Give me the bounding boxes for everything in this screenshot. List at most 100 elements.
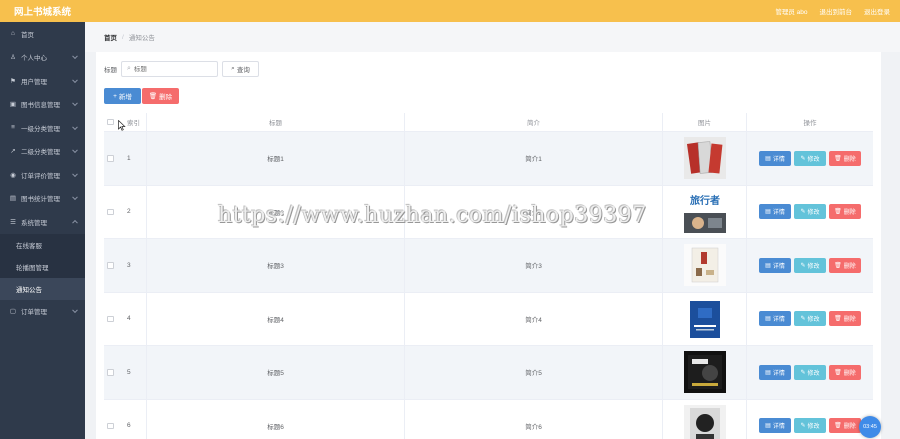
edit-button[interactable]: ✎ 修改 (794, 257, 826, 273)
batch-delete-button[interactable]: 🗑 删除 (142, 88, 179, 104)
goto-frontend-link[interactable]: 退出到前台 (820, 6, 853, 16)
cell-intro: 简介4 (404, 292, 662, 345)
book-cover-2[interactable]: 旅行者 (683, 190, 726, 233)
cell-intro: 简介1 (404, 132, 662, 185)
sidebar-item-label: 系统管理 (21, 219, 47, 227)
document-icon: ▤ (765, 423, 771, 430)
cell-index: 1 (127, 154, 131, 162)
sidebar-item[interactable]: ☰ 系统管理 (0, 210, 85, 234)
pencil-icon: ✎ (800, 155, 806, 162)
clock-badge[interactable]: 03:45 (859, 416, 881, 438)
delete-button[interactable]: 🗑 删除 (829, 364, 861, 380)
table-row: 5 标题5 简介5 ▤ 详情 ✎ 修改 🗑 删除 (104, 346, 873, 400)
detail-button[interactable]: ▤ 详情 (759, 311, 791, 327)
trash-icon: 🗑 (148, 93, 158, 100)
cell-title: 标题4 (146, 292, 404, 345)
book-icon: ▣ (9, 101, 17, 109)
book-cover-4[interactable] (683, 297, 726, 340)
detail-button-label: 详情 (772, 263, 785, 270)
admin-user-link[interactable]: 管理员 abo (775, 6, 807, 16)
query-button[interactable]: ⌕ 查询 (222, 61, 259, 77)
book-cover-5[interactable] (683, 351, 726, 394)
sidebar-item[interactable]: ▤ 图书统计管理 (0, 187, 85, 211)
row-checkbox[interactable] (107, 369, 114, 376)
detail-button-label: 详情 (772, 317, 785, 324)
detail-button[interactable]: ▤ 详情 (759, 150, 791, 166)
logout-link[interactable]: 退出登录 (864, 6, 890, 16)
send-icon: ↗ (10, 148, 16, 156)
breadcrumb-home[interactable]: 首页 (104, 32, 117, 42)
row-checkbox[interactable] (107, 155, 114, 162)
book-cover-6[interactable] (683, 404, 726, 439)
edit-button[interactable]: ✎ 修改 (794, 364, 826, 380)
query-button-label: 查询 (236, 67, 250, 74)
row-checkbox[interactable] (107, 262, 114, 269)
delete-button-label: 删除 (843, 317, 856, 324)
cell-index: 6 (127, 422, 131, 430)
edit-button[interactable]: ✎ 修改 (794, 204, 826, 220)
detail-button[interactable]: ▤ 详情 (759, 418, 791, 434)
cell-title: 标题5 (146, 346, 404, 399)
select-all-checkbox[interactable] (107, 118, 114, 126)
svg-text:旅行者: 旅行者 (690, 194, 720, 207)
sidebar-item-label: 订单管理 (21, 309, 47, 317)
edit-button[interactable]: ✎ 修改 (794, 311, 826, 327)
detail-button-label: 详情 (772, 370, 785, 377)
sidebar-item[interactable]: ⚑ 用户管理 (0, 69, 85, 93)
book-cover-3[interactable] (683, 244, 726, 287)
row-checkbox[interactable] (107, 315, 114, 322)
row-checkbox[interactable] (107, 422, 114, 429)
row-checkbox[interactable] (107, 208, 114, 215)
document-icon: ▤ (765, 316, 771, 323)
delete-button[interactable]: 🗑 删除 (829, 257, 861, 273)
sidebar-item-label: 图书信息管理 (21, 102, 60, 110)
add-button[interactable]: + 新增 (104, 88, 141, 104)
detail-button[interactable]: ▤ 详情 (759, 364, 791, 380)
sidebar-subitem[interactable]: 在线客服 (0, 233, 85, 256)
search-box[interactable]: ⌕ (121, 61, 218, 77)
edit-button[interactable]: ✎ 修改 (794, 418, 826, 434)
detail-button[interactable]: ▤ 详情 (759, 257, 791, 273)
cell-index: 4 (127, 315, 131, 323)
sidebar-item-label: 二级分类管理 (21, 149, 60, 157)
table-body: 1 标题1 简介1 ▤ 详情 ✎ 修改 🗑 删除 2 标题2 简介2 旅行者 ▤ 详情 ✎ 修改 🗑 删除 3 标题3 简… (104, 132, 873, 439)
detail-button[interactable]: ▤ 详情 (759, 204, 791, 220)
sidebar-item[interactable]: ⌂ 首页 (0, 22, 85, 46)
table-header: 索引 标题 简介 图片 操作 (104, 112, 873, 132)
sidebar-item[interactable]: ≡ 一级分类管理 (0, 116, 85, 140)
trash-icon: 🗑 (834, 209, 842, 216)
sidebar-item-label: 图书统计管理 (21, 196, 60, 204)
header-image: 图片 (662, 112, 746, 132)
sidebar-item[interactable]: ▢ 订单管理 (0, 300, 85, 324)
delete-button[interactable]: 🗑 删除 (829, 204, 861, 220)
app-title: 网上书城系统 (14, 7, 72, 18)
user-icon: ♙ (10, 54, 16, 62)
sidebar-item[interactable]: ↗ 二级分类管理 (0, 140, 85, 164)
add-button-label: 新增 (118, 94, 132, 101)
chevron-down-icon (72, 124, 78, 130)
header-ops: 操作 (746, 112, 873, 132)
book-cover-1[interactable] (683, 137, 726, 180)
delete-button[interactable]: 🗑 删除 (829, 311, 861, 327)
top-bar: 网上书城系统 管理员 abo 退出到前台 退出登录 (0, 0, 900, 22)
sidebar-subitem[interactable]: 轮播图管理 (0, 255, 85, 278)
cell-intro: 简介3 (404, 239, 662, 292)
sidebar-item[interactable]: ♙ 个人中心 (0, 46, 85, 70)
cell-index: 5 (127, 368, 131, 376)
sidebar-subitem[interactable]: 通知公告 (0, 277, 85, 300)
edit-button-label: 修改 (807, 156, 820, 163)
document-icon: ▤ (765, 369, 771, 376)
document-icon: ▤ (765, 209, 771, 216)
order-icon: ▢ (9, 308, 17, 316)
flag-icon: ⚑ (10, 77, 16, 85)
sidebar-item[interactable]: ◉ 订单评价管理 (0, 163, 85, 187)
pencil-icon: ✎ (800, 316, 806, 323)
edit-button[interactable]: ✎ 修改 (794, 150, 826, 166)
delete-button[interactable]: 🗑 删除 (829, 150, 861, 166)
delete-button[interactable]: 🗑 删除 (829, 418, 861, 434)
delete-button-label: 删除 (843, 210, 856, 217)
chevron-down-icon (72, 77, 78, 83)
search-input[interactable] (133, 65, 214, 73)
cell-title: 标题1 (146, 132, 404, 185)
sidebar-item[interactable]: ▣ 图书信息管理 (0, 93, 85, 117)
